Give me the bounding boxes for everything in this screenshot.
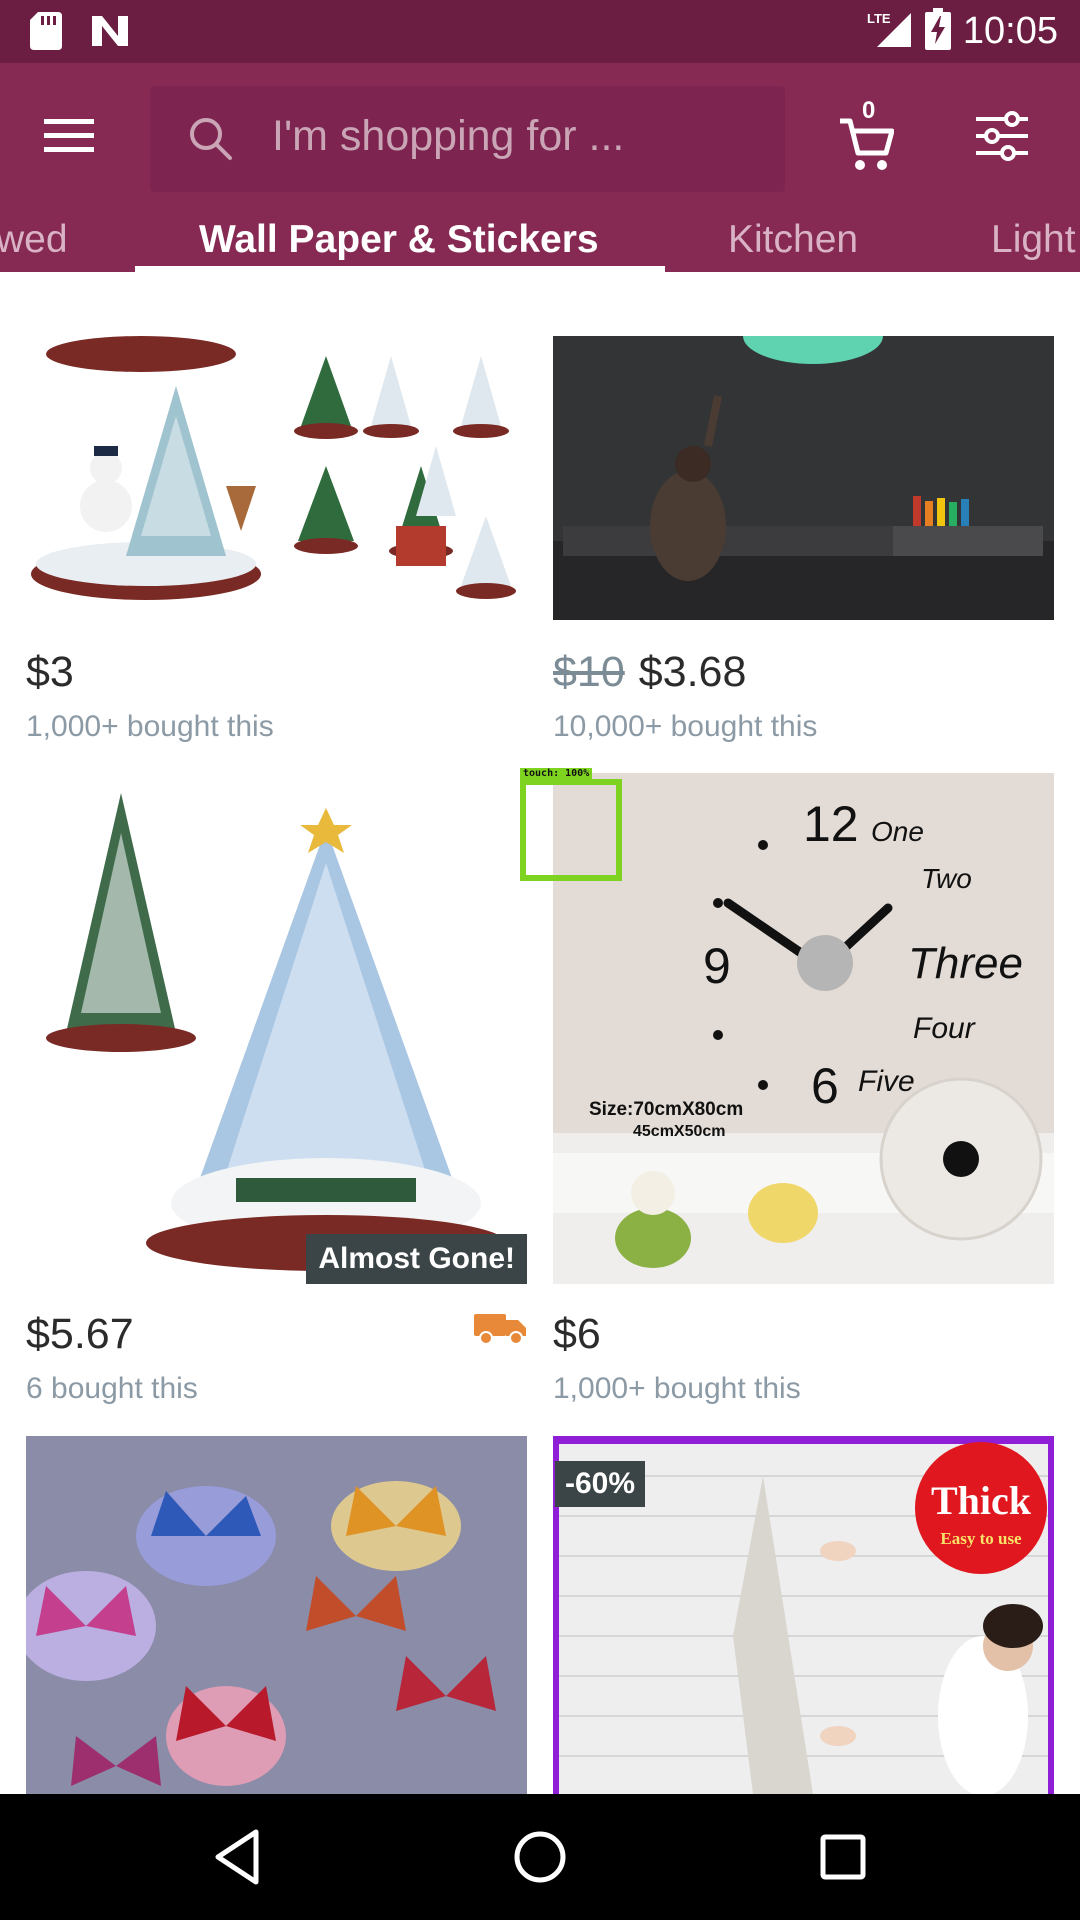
filter-button[interactable] (976, 111, 1036, 171)
app-bar: I'm shopping for ... 0 wed Wall Paper & … (0, 63, 1080, 272)
n-notification-icon (90, 14, 130, 53)
active-tab-indicator (135, 266, 665, 272)
search-input[interactable]: I'm shopping for ... (150, 86, 785, 192)
signal-icon: LTE (867, 9, 913, 54)
svg-text:LTE: LTE (867, 11, 891, 26)
bought-count: 6 bought this (26, 1372, 198, 1405)
product-image[interactable]: Thick Easy to use -60% (553, 1436, 1054, 1794)
price-current: $3 (26, 648, 74, 696)
clock-numeral: 9 (703, 938, 731, 994)
bought-count: 1,000+ bought this (553, 1372, 801, 1405)
bought-count: 10,000+ bought this (553, 710, 818, 743)
stamp-subtitle: Easy to use (940, 1529, 1022, 1548)
status-bar: LTE 10:05 (0, 0, 1080, 63)
clock-numeral: 6 (811, 1058, 839, 1114)
menu-icon (44, 119, 94, 152)
clock-word: Five (858, 1065, 915, 1098)
touch-indicator-box (520, 779, 622, 881)
clock-word: One (871, 816, 924, 847)
stamp-title: Thick (931, 1478, 1032, 1523)
recents-icon (820, 1834, 866, 1880)
category-tabs: wed Wall Paper & Stickers Kitchen Light (0, 208, 1080, 272)
back-icon (215, 1829, 259, 1885)
product-price: $5.67 (26, 1310, 134, 1359)
search-placeholder: I'm shopping for ... (272, 112, 625, 160)
almost-gone-badge: Almost Gone! (306, 1234, 527, 1284)
touch-indicator-label: touch: 100% (520, 768, 593, 779)
recents-button[interactable] (810, 1824, 876, 1890)
home-button[interactable] (507, 1824, 573, 1890)
product-image[interactable]: Almost Gone! (26, 773, 527, 1284)
back-button[interactable] (206, 1824, 272, 1890)
product-image[interactable] (26, 1436, 527, 1794)
menu-button[interactable] (44, 115, 104, 175)
clock-word: Two (921, 863, 972, 894)
fast-shipping-truck-icon (474, 1314, 526, 1345)
filter-icon (976, 111, 1028, 161)
search-icon (190, 118, 232, 160)
discount-badge: -60% (555, 1461, 646, 1507)
battery-charging-icon (924, 8, 951, 55)
sd-card-icon (30, 12, 62, 55)
clock-word: Three (908, 939, 1023, 988)
tab-light[interactable]: Light (991, 218, 1076, 262)
clock-numeral: 12 (803, 796, 859, 852)
price-original: $10 (553, 648, 625, 696)
clock-word: Four (913, 1012, 976, 1045)
product-price: $3 (26, 648, 74, 697)
clock-size-text: Size:70cmX80cm (589, 1099, 743, 1120)
cart-icon (840, 118, 894, 170)
cart-button[interactable]: 0 (838, 97, 908, 181)
status-time: 10:05 (962, 10, 1058, 52)
tab-wall-paper-stickers[interactable]: Wall Paper & Stickers (199, 218, 599, 262)
product-price: $6 (553, 1310, 601, 1359)
price-current: $3.68 (638, 648, 747, 696)
price-current: $5.67 (26, 1310, 134, 1358)
product-price: $10 $3.68 (553, 648, 746, 697)
bought-count: 1,000+ bought this (26, 710, 274, 743)
price-current: $6 (553, 1310, 601, 1358)
tab-wed[interactable]: wed (0, 218, 68, 262)
tab-kitchen[interactable]: Kitchen (728, 218, 858, 262)
product-image[interactable] (26, 336, 527, 620)
home-icon (514, 1831, 566, 1883)
product-image[interactable]: 12 9 6 One Two Three Four Five Size:70cm… (553, 773, 1054, 1284)
navigation-bar (0, 1794, 1080, 1920)
product-image[interactable] (553, 336, 1054, 620)
clock-size-alt-text: 45cmX50cm (633, 1123, 726, 1140)
